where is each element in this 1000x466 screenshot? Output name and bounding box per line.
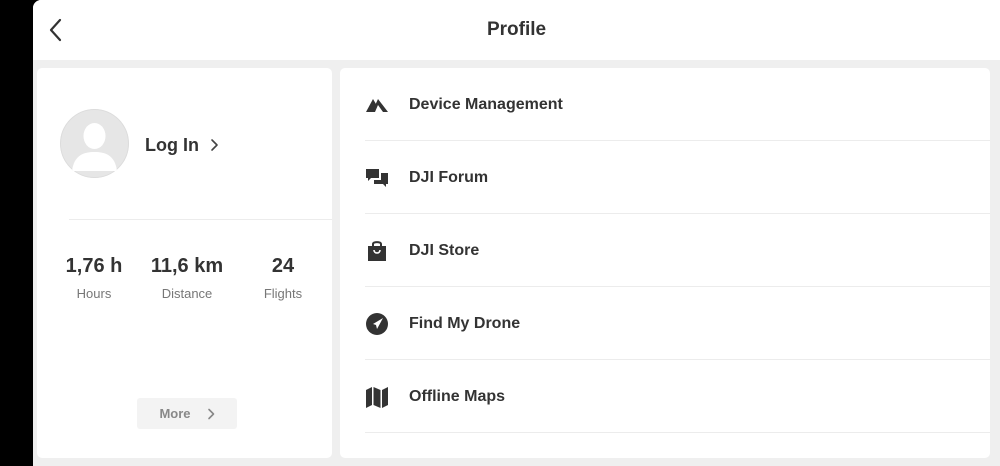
stat-distance: 11,6 km Distance [132, 254, 242, 302]
menu-label: Device Management [409, 95, 563, 113]
avatar[interactable] [60, 109, 129, 178]
shopping-bag-icon [365, 239, 389, 263]
menu-item-dji-store[interactable]: DJI Store [365, 214, 990, 287]
stat-label: Flights [263, 286, 303, 301]
divider [365, 432, 990, 433]
menu-item-offline-maps[interactable]: Offline Maps [365, 360, 990, 433]
header-bar: Profile [33, 0, 1000, 60]
profile-screen: Profile Log In 1,76 h Hours 11,6 km Dist… [33, 0, 1000, 466]
divider [69, 219, 332, 220]
page-title: Profile [486, 19, 547, 40]
menu-card: Device Management DJI Forum DJI Store Fi… [340, 68, 990, 458]
stat-flights: 24 Flights [228, 254, 338, 302]
menu-label: DJI Forum [409, 168, 489, 186]
map-icon [365, 385, 389, 409]
login-link[interactable]: Log In [145, 133, 219, 157]
login-label: Log In [145, 134, 199, 155]
more-label: More [159, 406, 191, 421]
menu-item-find-my-drone[interactable]: Find My Drone [365, 287, 990, 360]
navigation-arrow-icon [365, 312, 389, 336]
menu-label: Offline Maps [409, 387, 506, 405]
stat-label: Distance [161, 286, 213, 301]
more-button[interactable]: More [137, 398, 237, 429]
menu-item-device-management[interactable]: Device Management [365, 68, 990, 141]
profile-summary-card: Log In 1,76 h Hours 11,6 km Distance 24 … [37, 68, 332, 458]
device-management-icon [365, 93, 389, 117]
menu-label: DJI Store [409, 241, 480, 259]
stat-value: 24 [271, 255, 295, 277]
menu-item-dji-forum[interactable]: DJI Forum [365, 141, 990, 214]
chevron-right-icon [207, 408, 214, 419]
forum-chat-icon [365, 166, 389, 190]
user-avatar-icon [60, 109, 129, 178]
chevron-right-icon [211, 139, 218, 151]
stat-value: 11,6 km [150, 255, 224, 277]
menu-label: Find My Drone [409, 314, 521, 332]
